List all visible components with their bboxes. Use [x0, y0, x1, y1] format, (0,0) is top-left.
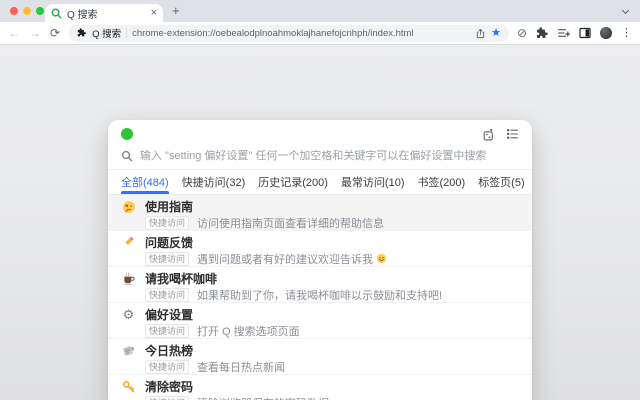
search-input[interactable]: [140, 149, 519, 162]
item-description: 访问使用指南页面查看详细的帮助信息: [197, 217, 385, 230]
maximize-window-button[interactable]: [36, 7, 44, 15]
bookmark-star-icon[interactable]: ★: [491, 27, 501, 39]
thinking-face-emoji: [121, 199, 136, 214]
browser-toolbar: ← → ⟳ Q 搜索 chrome-extension://oebealodpl…: [0, 22, 640, 45]
item-title: 请我喝杯咖啡: [145, 272, 218, 286]
filter-tab-quick-access[interactable]: 快捷访问(32): [182, 170, 246, 194]
browser-menu-kebab-icon[interactable]: ⋮: [621, 27, 632, 39]
reload-icon[interactable]: ⟳: [50, 27, 60, 39]
page-url: chrome-extension://oebealodplnoahmoklajh…: [132, 27, 414, 39]
item-description: 清除浏览器保存的密码数据: [197, 395, 329, 400]
browser-titlebar: Q 搜索 × +: [0, 0, 640, 22]
list-item-preferences[interactable]: ⚙ 偏好设置 快捷访问 打开 Q 搜索选项页面: [108, 303, 532, 339]
search-bar: [108, 142, 532, 169]
list-item-buy-coffee[interactable]: 请我喝杯咖啡 快捷访问 如果帮助到了你，请我喝杯咖啡以示鼓励和支持吧!: [108, 267, 532, 303]
list-item-daily-hot-list[interactable]: 今日热榜 快捷访问 查看每日热点新闻: [108, 339, 532, 375]
item-badge: 快捷访问: [145, 251, 190, 266]
item-title: 今日热榜: [145, 344, 194, 358]
extension-puzzle-icon: [77, 28, 87, 37]
item-title: 清除密码: [145, 380, 194, 394]
item-title: 使用指南: [145, 200, 194, 214]
tab-close-icon[interactable]: ×: [151, 7, 157, 19]
dice-icon[interactable]: [482, 128, 495, 141]
filter-tab-most-visited[interactable]: 最常访问(10): [341, 170, 405, 194]
site-name-label: Q 搜索: [92, 29, 122, 40]
item-badge: 快捷访问: [145, 395, 190, 400]
item-badge: 快捷访问: [145, 359, 190, 374]
status-dot: [121, 128, 133, 140]
key-emoji: [121, 379, 136, 394]
minimize-window-button[interactable]: [23, 7, 31, 15]
list-item-feedback[interactable]: 问题反馈 快捷访问 遇到问题或者有好的建议欢迎告诉我: [108, 231, 532, 267]
tab-favicon-search-icon: [51, 8, 62, 18]
item-title: 问题反馈: [145, 236, 194, 250]
address-bar[interactable]: Q 搜索 chrome-extension://oebealodplnoahmo…: [69, 24, 509, 42]
search-panel: 全部(484) 快捷访问(32) 历史记录(200) 最常访问(10) 书签(2…: [108, 120, 532, 400]
panel-header: [108, 120, 532, 142]
filter-tab-bookmarks[interactable]: 书签(200): [418, 170, 466, 194]
filter-tab-all[interactable]: 全部(484): [121, 170, 169, 194]
item-badge: 快捷访问: [145, 287, 190, 302]
tab-list-icon[interactable]: [557, 27, 570, 39]
back-icon[interactable]: ←: [8, 27, 20, 39]
share-icon[interactable]: [475, 28, 486, 39]
item-badge: 快捷访问: [145, 215, 190, 230]
filter-tabs: 全部(484) 快捷访问(32) 历史记录(200) 最常访问(10) 书签(2…: [108, 169, 532, 195]
address-bar-separator: [126, 28, 128, 38]
item-description: 如果帮助到了你，请我喝杯咖啡以示鼓励和支持吧!: [197, 289, 443, 302]
profile-avatar[interactable]: [600, 27, 612, 39]
item-description: 查看每日热点新闻: [197, 361, 286, 374]
tab-title: Q 搜索: [67, 9, 98, 21]
side-panel-icon[interactable]: [579, 27, 591, 39]
list-item-clear-passwords[interactable]: 清除密码 快捷访问 清除浏览器保存的密码数据: [108, 375, 532, 400]
smiling-face-emoji: [376, 253, 387, 264]
page-background: 全部(484) 快捷访问(32) 历史记录(200) 最常访问(10) 书签(2…: [0, 45, 640, 400]
newspaper-emoji: [121, 343, 136, 358]
forward-icon[interactable]: →: [29, 27, 41, 39]
filter-tab-tabs[interactable]: 标签页(5): [478, 170, 524, 194]
content-blocked-icon[interactable]: ⊘: [517, 27, 527, 39]
new-tab-button[interactable]: +: [172, 3, 180, 18]
item-description: 打开 Q 搜索选项页面: [197, 325, 300, 338]
extensions-icon[interactable]: [536, 27, 548, 39]
window-controls: [10, 7, 44, 15]
list-item-usage-guide[interactable]: 使用指南 快捷访问 访问使用指南页面查看详细的帮助信息: [108, 195, 532, 231]
item-description: 遇到问题或者有好的建议欢迎告诉我: [197, 253, 374, 266]
search-icon: [121, 150, 133, 161]
filter-tab-history[interactable]: 历史记录(200): [258, 170, 328, 194]
tab-overview-chevron-icon[interactable]: [621, 6, 630, 15]
list-menu-icon[interactable]: [506, 128, 519, 140]
item-title: 偏好设置: [145, 308, 194, 322]
coffee-emoji: [121, 271, 136, 286]
pencil-emoji: [121, 235, 136, 250]
item-badge: 快捷访问: [145, 323, 190, 338]
gear-emoji: ⚙: [122, 307, 135, 322]
close-window-button[interactable]: [10, 7, 18, 15]
browser-tab[interactable]: Q 搜索 ×: [45, 4, 163, 22]
